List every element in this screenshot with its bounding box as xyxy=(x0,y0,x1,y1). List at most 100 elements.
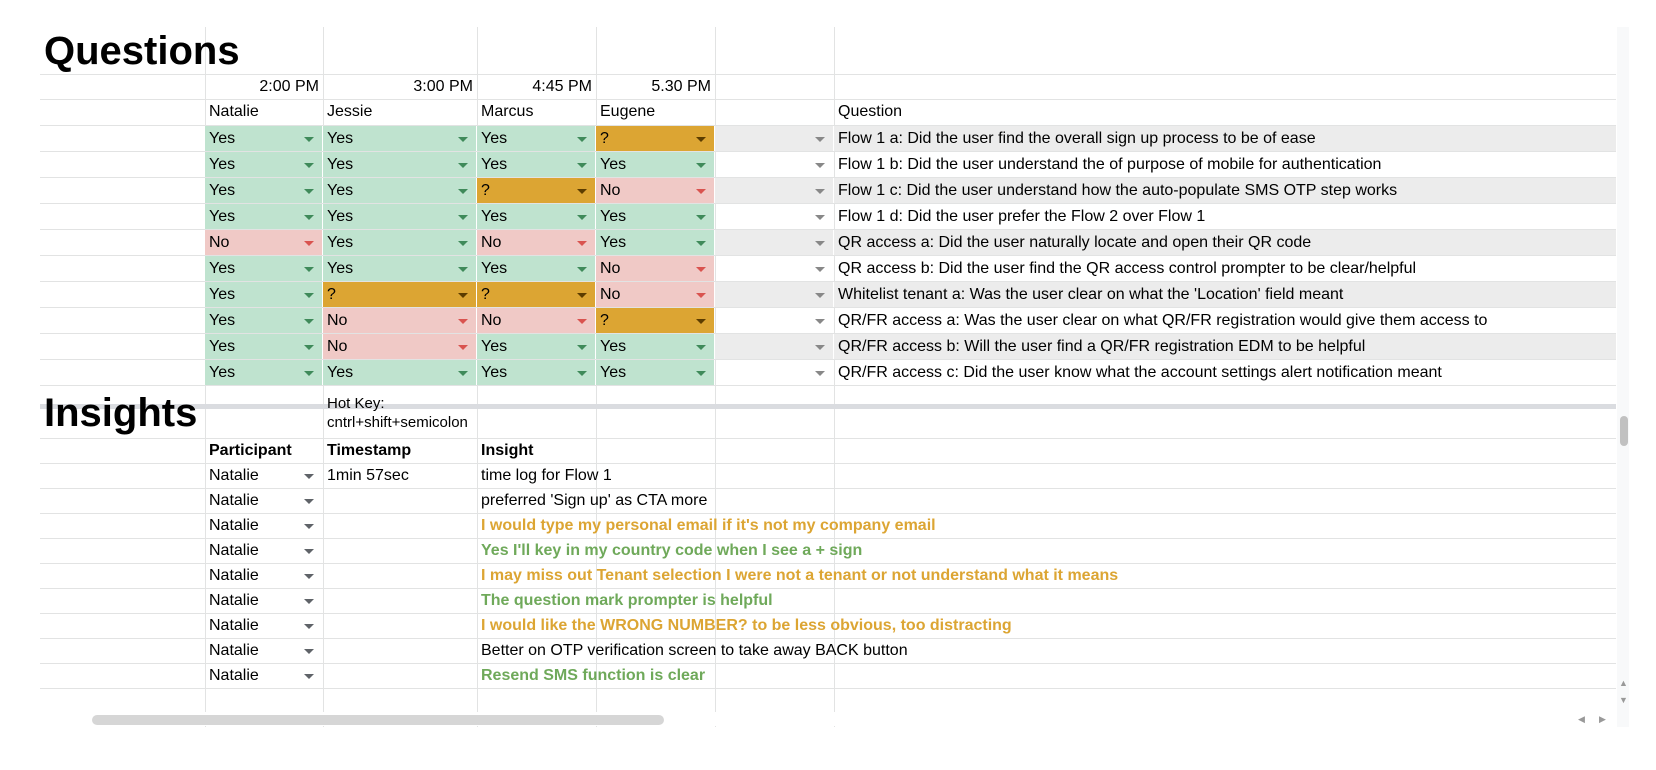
chevron-down-icon[interactable] xyxy=(304,623,314,629)
timestamp-header[interactable]: Timestamp xyxy=(323,438,477,463)
chevron-down-icon[interactable] xyxy=(304,292,314,298)
answer-dropdown[interactable]: No xyxy=(477,230,595,255)
insight-text[interactable]: I would type my personal email if it's n… xyxy=(477,513,1577,538)
insight-text[interactable]: I may miss out Tenant selection I were n… xyxy=(477,563,1577,588)
participant-dropdown[interactable]: Natalie xyxy=(205,588,322,613)
question-text[interactable]: QR access a: Did the user naturally loca… xyxy=(834,230,1616,255)
chevron-down-icon[interactable] xyxy=(815,162,825,168)
frozen-rows-divider[interactable] xyxy=(40,404,1616,409)
participant-dropdown[interactable]: Natalie xyxy=(205,463,322,488)
session-time[interactable]: 2:00 PM xyxy=(205,74,323,99)
insight-text[interactable]: I would like the WRONG NUMBER? to be les… xyxy=(477,613,1577,638)
chevron-down-icon[interactable] xyxy=(304,498,314,504)
participant-dropdown[interactable]: Natalie xyxy=(205,613,322,638)
answer-dropdown[interactable]: Yes xyxy=(323,256,476,281)
participant-name[interactable]: Natalie xyxy=(205,99,323,125)
empty-dropdown[interactable] xyxy=(715,230,833,255)
answer-dropdown[interactable]: ? xyxy=(596,126,714,151)
empty-dropdown[interactable] xyxy=(715,152,833,177)
timestamp-cell[interactable] xyxy=(323,563,477,588)
answer-dropdown[interactable]: ? xyxy=(596,308,714,333)
scroll-right-arrow-icon[interactable]: ▶ xyxy=(1599,714,1606,725)
chevron-down-icon[interactable] xyxy=(304,370,314,376)
answer-dropdown[interactable]: Yes xyxy=(205,360,322,385)
question-text[interactable]: QR/FR access b: Will the user find a QR/… xyxy=(834,334,1616,359)
answer-dropdown[interactable]: Yes xyxy=(477,256,595,281)
participant-header[interactable]: Participant xyxy=(205,438,323,463)
question-text[interactable]: Whitelist tenant a: Was the user clear o… xyxy=(834,282,1616,307)
chevron-down-icon[interactable] xyxy=(304,188,314,194)
participant-dropdown[interactable]: Natalie xyxy=(205,563,322,588)
participant-dropdown[interactable]: Natalie xyxy=(205,663,322,688)
session-time[interactable]: 5.30 PM xyxy=(596,74,715,99)
answer-dropdown[interactable]: ? xyxy=(477,282,595,307)
chevron-down-icon[interactable] xyxy=(577,266,587,272)
chevron-down-icon[interactable] xyxy=(815,344,825,350)
answer-dropdown[interactable]: Yes xyxy=(205,256,322,281)
chevron-down-icon[interactable] xyxy=(304,548,314,554)
empty-dropdown[interactable] xyxy=(715,308,833,333)
chevron-down-icon[interactable] xyxy=(458,214,468,220)
chevron-down-icon[interactable] xyxy=(815,240,825,246)
chevron-down-icon[interactable] xyxy=(304,673,314,679)
session-time[interactable]: 3:00 PM xyxy=(323,74,477,99)
chevron-down-icon[interactable] xyxy=(815,266,825,272)
insight-text[interactable]: Resend SMS function is clear xyxy=(477,663,1577,688)
chevron-down-icon[interactable] xyxy=(304,318,314,324)
chevron-down-icon[interactable] xyxy=(696,188,706,194)
timestamp-cell[interactable] xyxy=(323,588,477,613)
answer-dropdown[interactable]: Yes xyxy=(477,204,595,229)
answer-dropdown[interactable]: Yes xyxy=(205,308,322,333)
answer-dropdown[interactable]: ? xyxy=(323,282,476,307)
spreadsheet-grid[interactable]: Questions 2:00 PM 3:00 PM 4:45 PM 5.30 PM N… xyxy=(40,27,1616,727)
answer-dropdown[interactable]: Yes xyxy=(323,152,476,177)
question-text[interactable]: QR/FR access a: Was the user clear on wh… xyxy=(834,308,1616,333)
answer-dropdown[interactable]: Yes xyxy=(477,152,595,177)
answer-dropdown[interactable]: Yes xyxy=(596,204,714,229)
chevron-down-icon[interactable] xyxy=(696,240,706,246)
chevron-down-icon[interactable] xyxy=(458,136,468,142)
answer-dropdown[interactable]: Yes xyxy=(205,152,322,177)
chevron-down-icon[interactable] xyxy=(815,292,825,298)
vertical-scrollbar[interactable] xyxy=(1617,27,1629,727)
answer-dropdown[interactable]: Yes xyxy=(596,334,714,359)
answer-dropdown[interactable]: Yes xyxy=(323,360,476,385)
answer-dropdown[interactable]: Yes xyxy=(477,334,595,359)
answer-dropdown[interactable]: No xyxy=(596,178,714,203)
chevron-down-icon[interactable] xyxy=(815,136,825,142)
chevron-down-icon[interactable] xyxy=(577,240,587,246)
answer-dropdown[interactable]: Yes xyxy=(596,152,714,177)
scroll-up-arrow-icon[interactable]: ▲ xyxy=(1619,678,1628,688)
answer-dropdown[interactable]: Yes xyxy=(596,360,714,385)
participant-name[interactable]: Jessie xyxy=(323,99,477,125)
answer-dropdown[interactable]: Yes xyxy=(323,126,476,151)
participant-dropdown[interactable]: Natalie xyxy=(205,638,322,663)
answer-dropdown[interactable]: No xyxy=(323,308,476,333)
answer-dropdown[interactable]: Yes xyxy=(205,178,322,203)
chevron-down-icon[interactable] xyxy=(304,136,314,142)
answer-dropdown[interactable]: ? xyxy=(477,178,595,203)
chevron-down-icon[interactable] xyxy=(304,240,314,246)
chevron-down-icon[interactable] xyxy=(696,292,706,298)
chevron-down-icon[interactable] xyxy=(577,370,587,376)
answer-dropdown[interactable]: Yes xyxy=(596,230,714,255)
answer-dropdown[interactable]: Yes xyxy=(323,204,476,229)
empty-dropdown[interactable] xyxy=(715,178,833,203)
chevron-down-icon[interactable] xyxy=(458,318,468,324)
chevron-down-icon[interactable] xyxy=(304,598,314,604)
participant-dropdown[interactable]: Natalie xyxy=(205,488,322,513)
answer-dropdown[interactable]: Yes xyxy=(205,334,322,359)
timestamp-cell[interactable] xyxy=(323,638,477,663)
answer-dropdown[interactable]: No xyxy=(596,256,714,281)
participant-dropdown[interactable]: Natalie xyxy=(205,538,322,563)
question-text[interactable]: QR access b: Did the user find the QR ac… xyxy=(834,256,1616,281)
question-text[interactable]: Flow 1 a: Did the user find the overall … xyxy=(834,126,1616,151)
insight-text[interactable]: time log for Flow 1 xyxy=(477,463,1577,488)
timestamp-cell[interactable]: 1min 57sec xyxy=(323,463,477,488)
answer-dropdown[interactable]: Yes xyxy=(477,126,595,151)
chevron-down-icon[interactable] xyxy=(458,370,468,376)
chevron-down-icon[interactable] xyxy=(696,136,706,142)
chevron-down-icon[interactable] xyxy=(458,162,468,168)
chevron-down-icon[interactable] xyxy=(458,266,468,272)
horizontal-scroll-thumb[interactable] xyxy=(92,715,664,725)
